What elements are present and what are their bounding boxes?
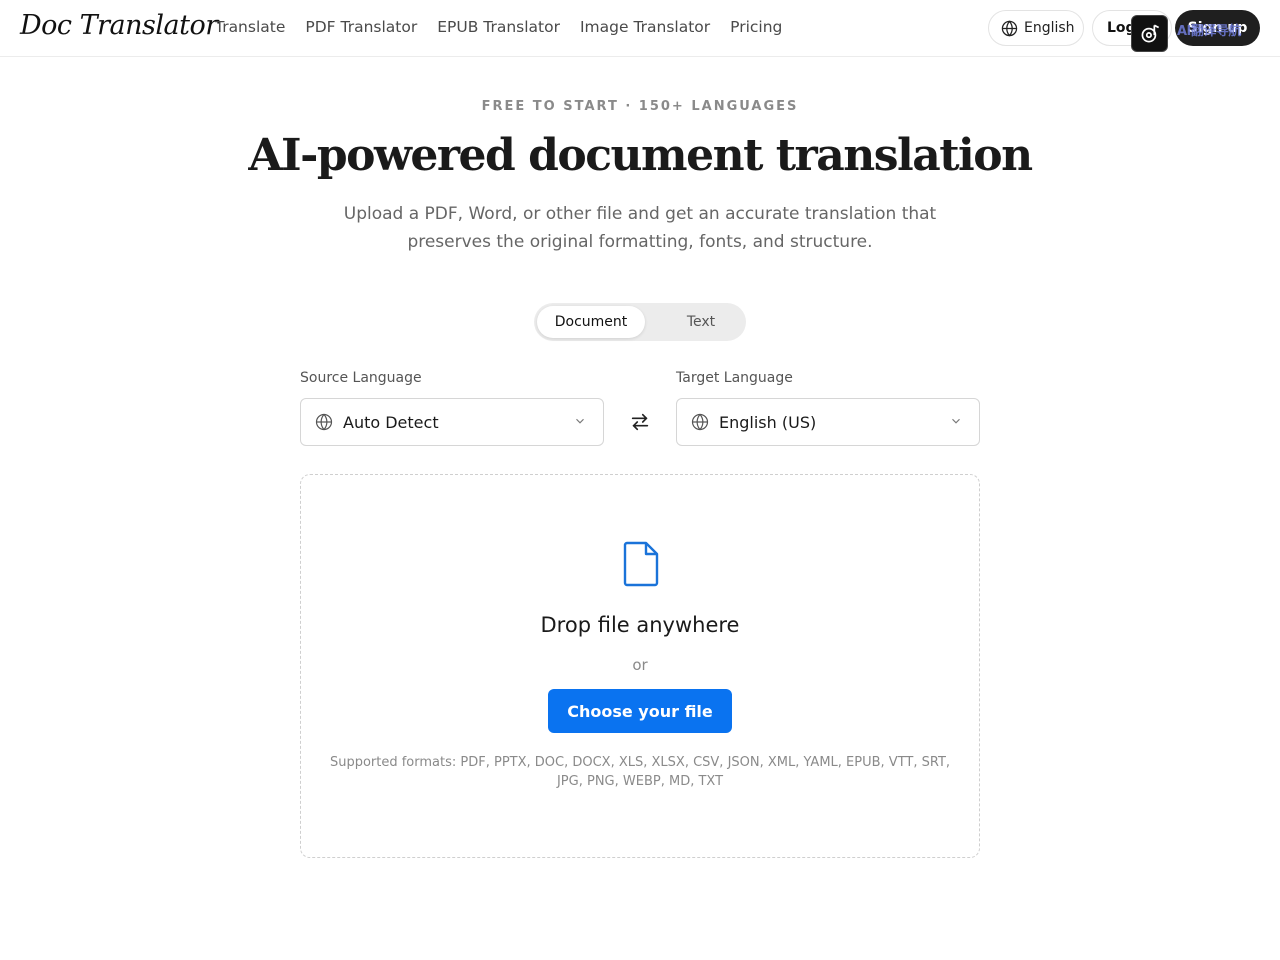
swap-arrows-icon [631, 413, 649, 431]
logo[interactable]: Doc Translator [20, 10, 218, 41]
choose-file-button[interactable]: Choose your file [548, 689, 732, 733]
mode-toggle: Document Text [534, 303, 746, 341]
nav-pdf-translator[interactable]: PDF Translator [305, 18, 417, 36]
browser-extension-icon[interactable] [1131, 15, 1168, 52]
nav-pricing[interactable]: Pricing [730, 18, 782, 36]
dropzone-or: or [632, 656, 648, 674]
tab-text[interactable]: Text [662, 306, 740, 338]
dropzone-title: Drop file anywhere [540, 613, 740, 637]
globe-icon [1001, 19, 1018, 37]
chevron-down-icon [952, 418, 960, 424]
swap-languages-button[interactable] [626, 408, 654, 436]
target-language-value: English (US) [719, 412, 817, 432]
extension-logo-icon [1141, 24, 1159, 42]
nav-epub-translator[interactable]: EPUB Translator [437, 18, 560, 36]
main-nav: Translate PDF Translator EPUB Translator… [215, 18, 782, 36]
top-navbar: Doc Translator Translate PDF Translator … [0, 0, 1280, 57]
supported-formats: Supported formats: PDF, PPTX, DOC, DOCX,… [329, 755, 951, 789]
tab-document[interactable]: Document [537, 306, 645, 338]
file-icon [623, 541, 659, 587]
nav-translate[interactable]: Translate [215, 18, 285, 36]
source-language-value: Auto Detect [343, 412, 439, 432]
extension-overlay-text: AI翻译导航 [1177, 24, 1241, 39]
source-language-select[interactable]: Auto Detect [300, 398, 604, 446]
chevron-down-icon [576, 418, 584, 424]
source-language-label: Source Language [300, 370, 422, 386]
target-language-select[interactable]: English (US) [676, 398, 980, 446]
ui-language-button[interactable]: English [988, 10, 1084, 46]
page-subtitle: Upload a PDF, Word, or other file and ge… [343, 204, 937, 252]
globe-icon [691, 413, 709, 431]
globe-icon [315, 413, 333, 431]
target-language-label: Target Language [676, 370, 793, 386]
nav-image-translator[interactable]: Image Translator [580, 18, 710, 36]
eyebrow-text: FREE TO START · 150+ LANGUAGES [481, 99, 799, 114]
file-dropzone[interactable]: Drop file anywhere or Choose your file S… [300, 474, 980, 858]
ui-language-label: English [1024, 20, 1075, 36]
page-title: AI-powered document translation [248, 130, 1033, 181]
